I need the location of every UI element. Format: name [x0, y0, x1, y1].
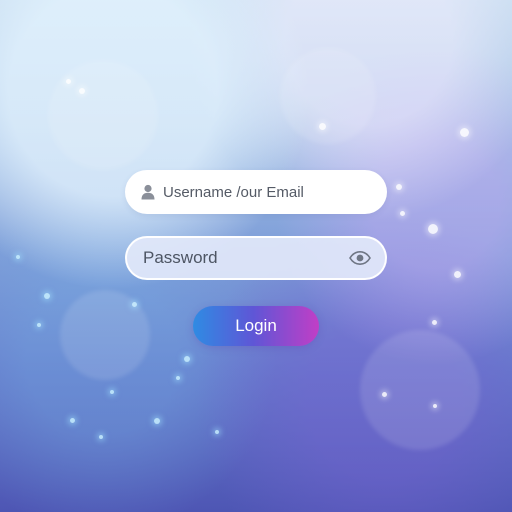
bokeh-soft [48, 60, 158, 170]
bokeh-light [110, 390, 114, 394]
bokeh-light [433, 404, 437, 408]
bokeh-soft [280, 48, 376, 144]
bokeh-light [454, 271, 461, 278]
username-placeholder: Username /our Email [163, 183, 304, 201]
bokeh-light [176, 376, 180, 380]
bokeh-light [382, 392, 387, 397]
bokeh-light [66, 79, 71, 84]
bokeh-light [319, 123, 326, 130]
bokeh-light [70, 418, 75, 423]
bokeh-light [396, 184, 402, 190]
bokeh-light [154, 418, 160, 424]
bokeh-light [428, 224, 438, 234]
bokeh-light [184, 356, 190, 362]
bokeh-light [132, 302, 137, 307]
password-placeholder: Password [143, 248, 218, 267]
eye-icon[interactable] [349, 250, 371, 266]
password-field[interactable]: Password [125, 236, 387, 280]
bokeh-light [44, 293, 50, 299]
bokeh-light [16, 255, 20, 259]
bokeh-soft [60, 290, 150, 380]
login-button[interactable]: Login [193, 306, 319, 346]
bokeh-light [99, 435, 103, 439]
bokeh-light [432, 320, 437, 325]
bokeh-light [460, 128, 469, 137]
username-field[interactable]: Username /our Email [125, 170, 387, 214]
bokeh-soft [360, 330, 480, 450]
bokeh-light [400, 211, 405, 216]
user-icon [141, 184, 155, 200]
bokeh-light [215, 430, 219, 434]
bokeh-light [37, 323, 41, 327]
bokeh-light [79, 88, 85, 94]
login-button-label: Login [235, 316, 277, 335]
